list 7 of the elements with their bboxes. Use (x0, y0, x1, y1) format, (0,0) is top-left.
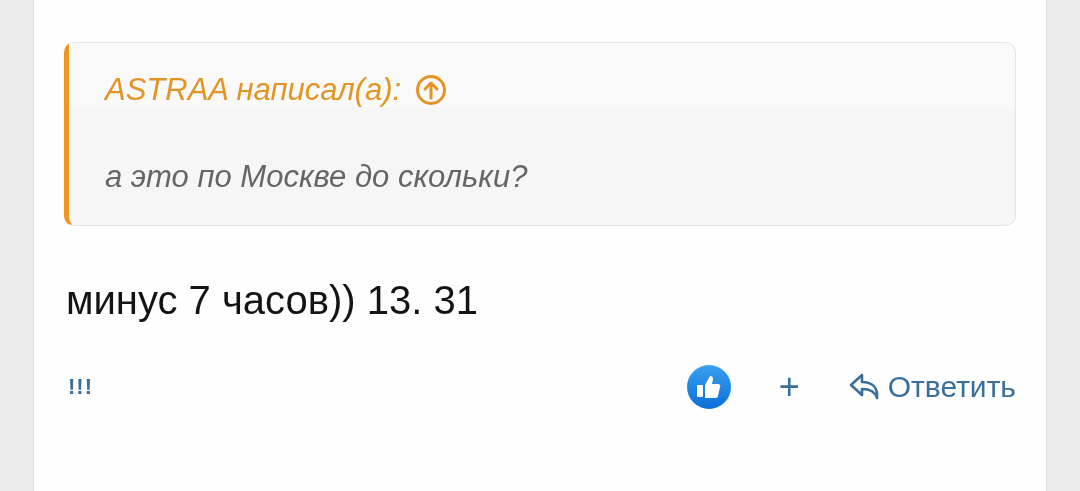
add-button[interactable]: + (778, 369, 800, 405)
reply-button[interactable]: Ответить (847, 370, 1016, 404)
report-link[interactable]: !!! (68, 374, 93, 400)
message-text: минус 7 часов)) 13. 31 (66, 278, 479, 323)
quote-text: а это по Москве до скольки? (104, 158, 529, 195)
quote-author: ASTRAA написал(а): (105, 72, 402, 108)
thumbs-up-icon[interactable] (686, 365, 731, 409)
